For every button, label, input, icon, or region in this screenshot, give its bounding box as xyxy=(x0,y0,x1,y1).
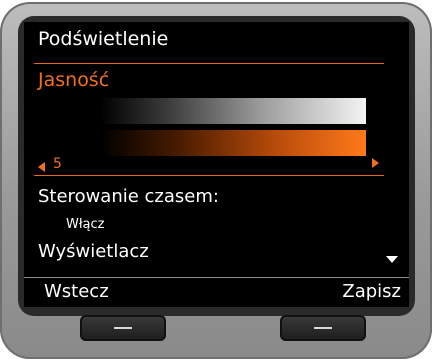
phone-screen: Podświetlenie Jasność 5 Sterowanie czase… xyxy=(24,22,409,307)
brightness-preview-orange-bar xyxy=(100,130,366,156)
save-softkey[interactable]: Zapisz xyxy=(342,281,401,302)
brightness-preview-white-bar xyxy=(100,98,366,124)
scroll-down-arrow-icon[interactable] xyxy=(386,256,398,263)
brightness-label: Jasność xyxy=(38,69,110,91)
softkey-line-icon xyxy=(314,327,332,329)
phone-device: Podświetlenie Jasność 5 Sterowanie czase… xyxy=(0,2,432,359)
display-menu-item[interactable]: Wyświetlacz xyxy=(38,241,149,262)
screen-title: Podświetlenie xyxy=(38,28,169,50)
softkey-line-icon xyxy=(114,327,132,329)
title-divider xyxy=(34,63,384,64)
back-softkey[interactable]: Wstecz xyxy=(44,281,109,302)
brightness-level-value: 5 xyxy=(53,156,62,172)
brightness-divider xyxy=(34,175,384,176)
left-hardware-key[interactable] xyxy=(80,315,166,341)
decrease-brightness-arrow-icon[interactable] xyxy=(38,162,45,172)
time-control-label[interactable]: Sterowanie czasem: xyxy=(38,186,219,207)
right-hardware-key[interactable] xyxy=(280,315,366,341)
increase-brightness-arrow-icon[interactable] xyxy=(372,158,379,168)
softkey-bar: Wstecz Zapisz xyxy=(24,277,409,307)
time-control-value: Włącz xyxy=(66,217,105,232)
